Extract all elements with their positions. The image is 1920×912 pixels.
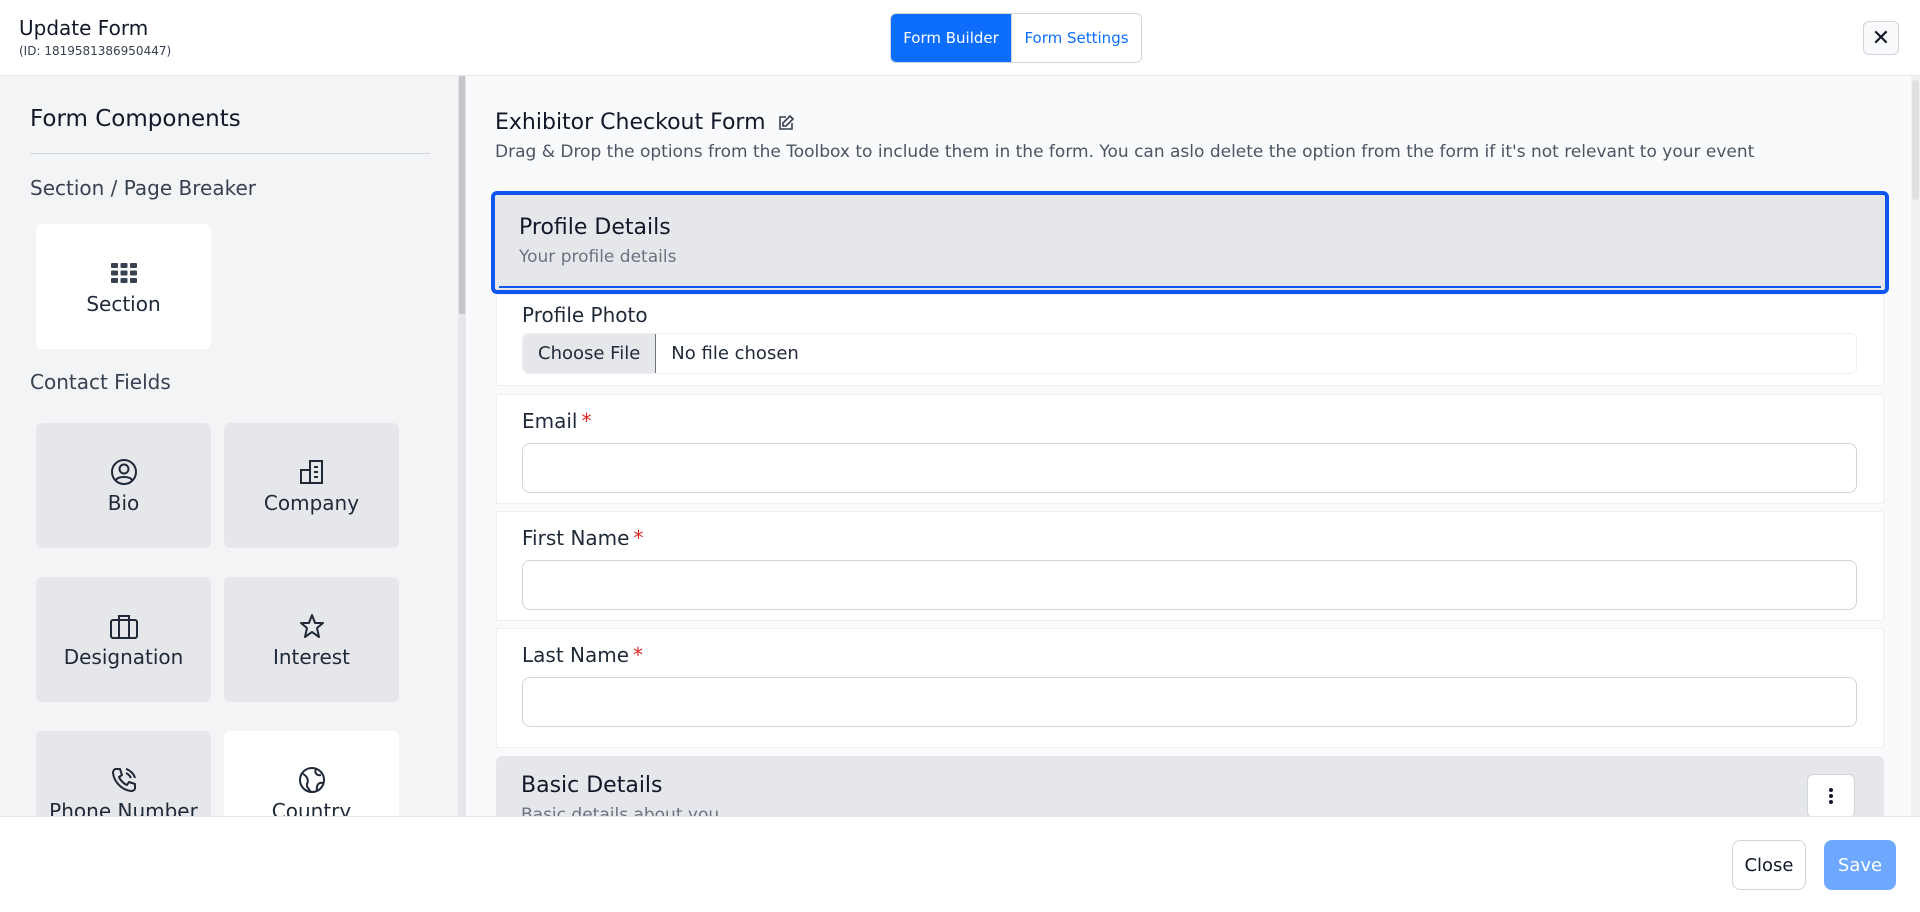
modal-title: Update Form: [19, 16, 149, 40]
section-basic-details[interactable]: Basic Details Basic details about you: [496, 756, 1884, 816]
sidebar-scrollbar-thumb[interactable]: [459, 76, 465, 314]
components-sidebar: Form Components Section / Page Breaker S…: [0, 76, 460, 816]
close-button[interactable]: Close: [1732, 840, 1806, 890]
modal-footer: Close Save: [0, 816, 1920, 912]
field-label: First Name *: [522, 526, 643, 550]
required-marker: *: [581, 409, 592, 433]
sidebar-title: Form Components: [30, 106, 241, 132]
globe-icon: [297, 765, 327, 795]
component-label: Interest: [272, 644, 351, 669]
field-last-name[interactable]: Last Name *: [496, 628, 1884, 748]
field-label: Profile Photo: [522, 303, 648, 327]
tab-group: Form Builder Form Settings: [890, 13, 1142, 63]
close-icon[interactable]: ✕: [1863, 21, 1899, 55]
section-subtitle: Basic details about you: [521, 805, 720, 816]
edit-icon[interactable]: [776, 113, 796, 133]
star-icon: [297, 611, 327, 641]
form-id: (ID: 1819581386950447): [19, 44, 172, 58]
required-marker: *: [633, 643, 644, 667]
component-bio[interactable]: Bio: [36, 423, 211, 548]
component-label: Phone Number: [49, 798, 198, 817]
phone-icon: [109, 765, 139, 795]
section-title: Basic Details: [521, 773, 663, 798]
last-name-field[interactable]: [522, 677, 1857, 727]
form-title: Exhibitor Checkout Form: [495, 110, 766, 135]
file-status: No file chosen: [671, 343, 799, 364]
tab-form-settings[interactable]: Form Settings: [1011, 14, 1141, 62]
field-label: Email *: [522, 409, 592, 433]
sidebar-divider: [30, 153, 430, 154]
canvas-scrollbar-thumb[interactable]: [1912, 80, 1919, 200]
group-label-contact: Contact Fields: [30, 370, 171, 394]
field-email[interactable]: Email *: [496, 394, 1884, 504]
component-label: Designation: [63, 644, 184, 669]
kebab-icon: [1829, 788, 1833, 804]
field-profile-photo[interactable]: Profile Photo Choose File No file chosen: [496, 294, 1884, 386]
form-title-row: Exhibitor Checkout Form: [495, 110, 796, 135]
first-name-field[interactable]: [522, 560, 1857, 610]
component-designation[interactable]: Designation: [36, 577, 211, 702]
email-field[interactable]: [522, 443, 1857, 493]
component-section[interactable]: Section: [36, 224, 211, 349]
field-first-name[interactable]: First Name *: [496, 511, 1884, 621]
section-title: Profile Details: [519, 215, 671, 240]
save-button[interactable]: Save: [1824, 840, 1896, 890]
field-label: Last Name *: [522, 643, 643, 667]
component-company[interactable]: Company: [224, 423, 399, 548]
component-label: Section: [86, 291, 161, 316]
tab-form-builder[interactable]: Form Builder: [891, 14, 1011, 62]
section-menu-button[interactable]: [1807, 774, 1855, 816]
component-country[interactable]: Country: [224, 731, 399, 816]
section-profile-details[interactable]: Profile Details Your profile details: [491, 191, 1889, 294]
required-marker: *: [633, 526, 644, 550]
section-selection-underline: [499, 286, 1881, 288]
component-label: Bio: [107, 490, 140, 515]
form-description: Drag & Drop the options from the Toolbox…: [495, 142, 1755, 162]
group-label-section: Section / Page Breaker: [30, 176, 256, 200]
section-subtitle: Your profile details: [519, 247, 677, 267]
field-label-text: Last Name: [522, 643, 630, 667]
component-phone-number[interactable]: Phone Number: [36, 731, 211, 816]
user-circle-icon: [109, 457, 139, 487]
modal-header: Update Form (ID: 1819581386950447) Form …: [0, 0, 1920, 76]
field-label-text: Email: [522, 409, 578, 433]
grid-icon: [109, 258, 139, 288]
choose-file-button[interactable]: Choose File: [523, 334, 657, 373]
component-label: Country: [271, 798, 352, 817]
field-label-text: First Name: [522, 526, 630, 550]
profile-photo-file-input[interactable]: Choose File No file chosen: [522, 333, 1857, 374]
briefcase-icon: [109, 611, 139, 641]
form-canvas: Exhibitor Checkout Form Drag & Drop the …: [466, 76, 1920, 816]
component-interest[interactable]: Interest: [224, 577, 399, 702]
component-label: Company: [263, 490, 360, 515]
building-icon: [297, 457, 327, 487]
